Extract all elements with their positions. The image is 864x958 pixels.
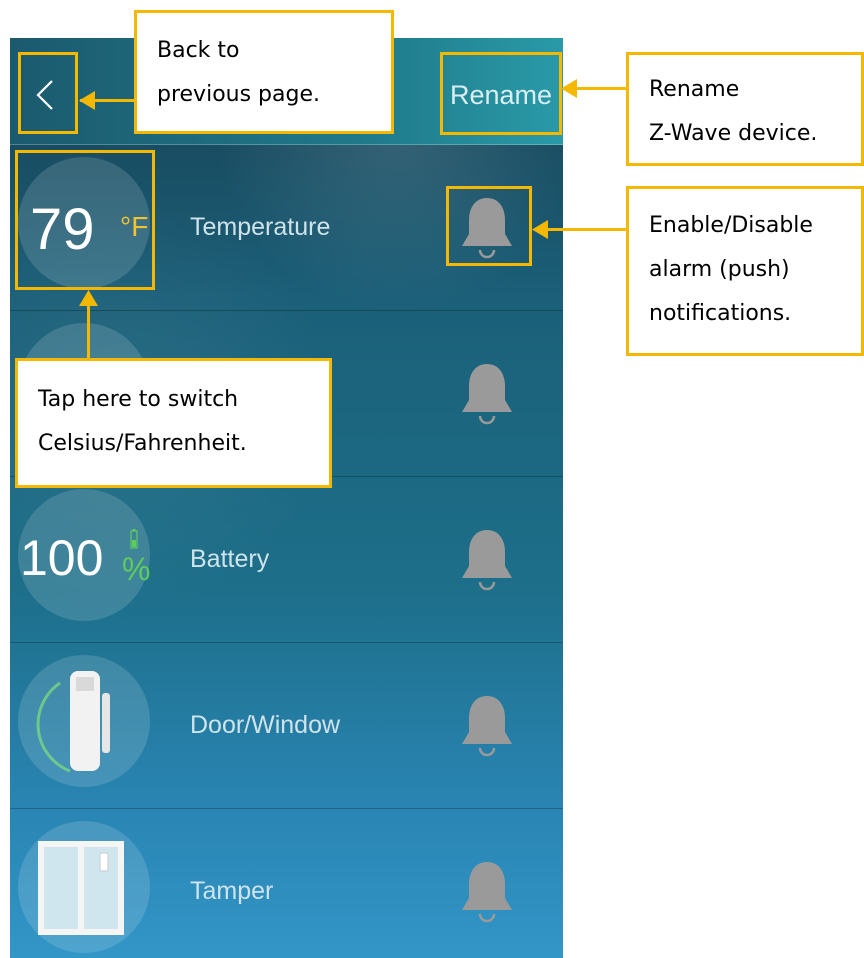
row-label-door-window: Door/Window	[190, 710, 341, 739]
callout-alarm: Enable/Disable alarm (push) notification…	[626, 186, 864, 356]
door-window-circle	[18, 655, 150, 787]
callout-alarm-line3: notifications.	[649, 301, 792, 326]
highlight-temperature	[15, 150, 155, 290]
row-label-battery: Battery	[190, 544, 270, 573]
bell-icon[interactable]	[458, 526, 516, 596]
bell-icon[interactable]	[458, 858, 516, 928]
battery-value: 100	[20, 530, 104, 586]
connector-switch	[87, 298, 90, 360]
callout-back-line2: previous page.	[157, 82, 320, 107]
callout-alarm-line2: alarm (push)	[649, 257, 790, 282]
callout-rename: Rename Z-Wave device.	[626, 52, 864, 166]
tamper-circle	[18, 821, 150, 953]
bell-icon[interactable]	[458, 692, 516, 762]
list-item-battery: 100 % Battery	[10, 476, 563, 643]
arrow-left-icon	[79, 91, 95, 110]
callout-switch-line2: Celsius/Fahrenheit.	[38, 431, 247, 456]
highlight-bell	[446, 186, 532, 266]
arrow-left-icon	[561, 79, 577, 98]
battery-percent: %	[122, 551, 151, 587]
callout-switch-unit: Tap here to switch Celsius/Fahrenheit.	[15, 358, 332, 488]
arrow-up-icon	[79, 290, 98, 306]
callout-alarm-line1: Enable/Disable	[649, 213, 813, 238]
callout-switch-line1: Tap here to switch	[38, 387, 239, 412]
bell-icon[interactable]	[458, 360, 516, 430]
highlight-rename	[440, 52, 562, 135]
door-window-sensor-icon	[36, 671, 110, 773]
battery-icon	[130, 529, 138, 549]
arrow-left-icon	[532, 220, 548, 239]
callout-back: Back to previous page.	[134, 10, 394, 134]
battery-circle: 100 %	[18, 489, 150, 621]
highlight-back	[18, 52, 78, 134]
row-label-tamper: Tamper	[190, 876, 274, 905]
list-item-tamper: Tamper	[10, 808, 563, 958]
list-item-door-window: Door/Window	[10, 642, 563, 809]
callout-rename-line2: Z-Wave device.	[649, 121, 818, 146]
callout-rename-line1: Rename	[649, 77, 740, 102]
window-tamper-icon	[38, 841, 124, 935]
callout-back-line1: Back to	[157, 38, 240, 63]
row-label-temperature: Temperature	[190, 212, 331, 241]
